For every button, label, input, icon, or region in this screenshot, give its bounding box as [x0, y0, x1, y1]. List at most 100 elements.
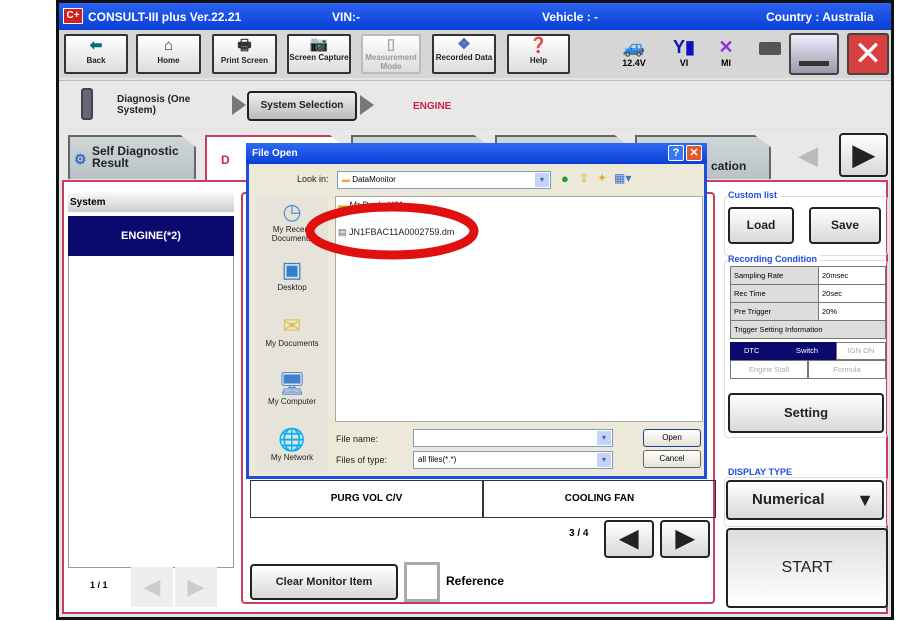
file-name-label: File name:	[336, 434, 379, 444]
home-icon: ⌂	[163, 37, 174, 54]
battery-icon	[759, 42, 781, 55]
highlight-ellipse	[305, 202, 479, 260]
back-icon[interactable]: ●	[561, 171, 569, 186]
file-type-value: all files(*.*)	[418, 455, 457, 464]
place-my-computer[interactable]: 🖥 My Computer	[256, 371, 328, 406]
breadcrumb-diagnosis[interactable]: Diagnosis (One System)	[117, 94, 207, 116]
clear-monitor-item-button[interactable]: Clear Monitor Item	[250, 564, 398, 600]
help-icon[interactable]: ?	[668, 145, 684, 161]
mi-disconnected-icon: ✕	[718, 37, 734, 57]
trigger-ign-on[interactable]: IGN ON	[836, 342, 886, 360]
place-my-network[interactable]: 🌐 My Network	[256, 427, 328, 462]
place-my-documents[interactable]: ✉ My Documents	[256, 313, 328, 348]
help-label: Help	[529, 56, 548, 65]
look-in-value: DataMonitor	[352, 175, 396, 184]
file-name-input[interactable]: ▾	[413, 429, 613, 447]
breadcrumb-engine: ENGINE	[413, 101, 452, 112]
close-button[interactable]: ✕	[847, 33, 889, 75]
file-type-label: Files of type:	[336, 455, 388, 465]
trigger-dtc-switch[interactable]: DTC Switch	[730, 342, 836, 360]
help-button[interactable]: ❓ Help	[507, 34, 570, 74]
place-label: My Network	[270, 453, 314, 462]
minimize-button[interactable]	[789, 33, 839, 75]
monitor-prev-button[interactable]: ◀	[604, 520, 654, 558]
toolbar: ⬅ Back ⌂ Home 🖶 Print Screen 📷 Screen Captur…	[59, 30, 891, 78]
place-label: My Documents	[265, 339, 319, 348]
start-button[interactable]: START	[726, 528, 888, 608]
tab-self-diagnostic-result[interactable]: ⚙ Self Diagnostic Result	[68, 135, 196, 179]
trigger-engine-stall[interactable]: Engine Stall	[730, 360, 808, 379]
consult-logo: C+	[63, 8, 83, 24]
reference-checkbox[interactable]	[404, 562, 440, 602]
folder-icon: ▬	[342, 175, 353, 184]
sampling-rate-label: Sampling Rate	[730, 266, 819, 285]
custom-list-label: Custom list	[728, 190, 781, 200]
load-button[interactable]: Load	[728, 207, 794, 244]
home-label: Home	[157, 56, 180, 65]
monitor-pager: 3 / 4	[569, 528, 589, 539]
tabs-prev-button[interactable]: ◀	[785, 135, 831, 175]
breadcrumb: Diagnosis (One System) System Selection …	[59, 80, 891, 128]
rec-time-value: 20sec	[818, 284, 886, 303]
battery-voltage-status: 🚙 12.4V	[619, 36, 649, 68]
car-icon: 🚙	[622, 37, 646, 57]
chevron-down-icon: ▼	[856, 490, 874, 510]
title-bar: C+ CONSULT-III plus Ver.22.21 VIN:- Vehi…	[59, 3, 891, 30]
look-in-dropdown[interactable]: ▬ DataMonitor ▾	[337, 171, 551, 189]
dtc-label: DTC	[744, 346, 760, 355]
file-open-dialog: File Open ? ✕ Look in: ▬ DataMonitor ▾ ● …	[246, 143, 707, 479]
system-item-engine[interactable]: ENGINE(*2)	[68, 216, 234, 256]
up-folder-icon[interactable]: ⇧	[579, 171, 589, 185]
display-type-label: DISPLAY TYPE	[728, 467, 796, 477]
sampling-rate-value: 20msec	[818, 266, 886, 285]
system-next-button[interactable]: ▶	[175, 567, 217, 607]
monitor-item-cooling-fan[interactable]: COOLING FAN	[483, 480, 716, 518]
trigger-formula[interactable]: Formula	[808, 360, 886, 379]
vehicle-label: Vehicle : -	[542, 10, 599, 24]
recorded-label: Recorded Data	[435, 53, 493, 62]
monitor-next-button[interactable]: ▶	[660, 520, 710, 558]
file-type-dropdown[interactable]: all files(*.*) ▾	[413, 451, 613, 469]
camera-icon: 📷	[309, 36, 329, 53]
tab-label: Self Diagnostic Result	[92, 144, 179, 170]
tab-label: D	[221, 153, 230, 167]
mi-status: ✕ MI	[711, 36, 741, 68]
setting-button[interactable]: Setting	[728, 393, 884, 433]
look-in-label: Look in:	[297, 174, 329, 184]
cancel-button[interactable]: Cancel	[643, 450, 701, 468]
recording-condition-label: Recording Condition	[728, 254, 820, 264]
system-prev-button[interactable]: ◀	[131, 567, 173, 607]
country-label: Country : Australia	[766, 10, 874, 24]
signal-icon: Y▮	[673, 37, 695, 57]
print-screen-button[interactable]: 🖶 Print Screen	[212, 34, 277, 74]
system-pager: 1 / 1	[90, 580, 108, 590]
view-menu-icon[interactable]: ▦▾	[614, 171, 631, 185]
system-selection-button[interactable]: System Selection	[247, 91, 357, 121]
rec-time-label: Rec Time	[730, 284, 819, 303]
recorded-data-button[interactable]: ❖ Recorded Data	[432, 34, 496, 74]
screen-capture-button[interactable]: 📷 Screen Capture	[287, 34, 351, 74]
pre-trigger-label: Pre Trigger	[730, 302, 819, 321]
system-header: System	[68, 192, 234, 212]
measurement-icon: ▯	[386, 36, 396, 53]
save-button[interactable]: Save	[809, 207, 881, 244]
open-button[interactable]: Open	[643, 429, 701, 447]
tabs-next-button[interactable]: ▶	[839, 133, 888, 177]
print-label: Print Screen	[220, 56, 269, 65]
place-label: Desktop	[277, 283, 307, 292]
display-type-dropdown[interactable]: Numerical ▼	[726, 480, 884, 520]
new-folder-icon[interactable]: ✦	[597, 171, 607, 185]
back-button[interactable]: ⬅ Back	[64, 34, 128, 74]
breadcrumb-arrow-icon	[360, 95, 374, 115]
measurement-mode-button[interactable]: ▯ Measurement Mode	[361, 34, 421, 74]
pre-trigger-value: 20%	[818, 302, 886, 321]
device-icon	[81, 88, 93, 120]
recorded-data-icon: ❖	[457, 36, 471, 53]
place-label: My Computer	[267, 397, 316, 406]
home-button[interactable]: ⌂ Home	[136, 34, 201, 74]
tab-label: cation	[711, 159, 747, 173]
monitor-item-purg-vol[interactable]: PURG VOL C/V	[250, 480, 483, 518]
dialog-close-button[interactable]: ✕	[686, 145, 702, 161]
dialog-title-bar: File Open ? ✕	[246, 143, 707, 164]
back-label: Back	[86, 56, 106, 65]
